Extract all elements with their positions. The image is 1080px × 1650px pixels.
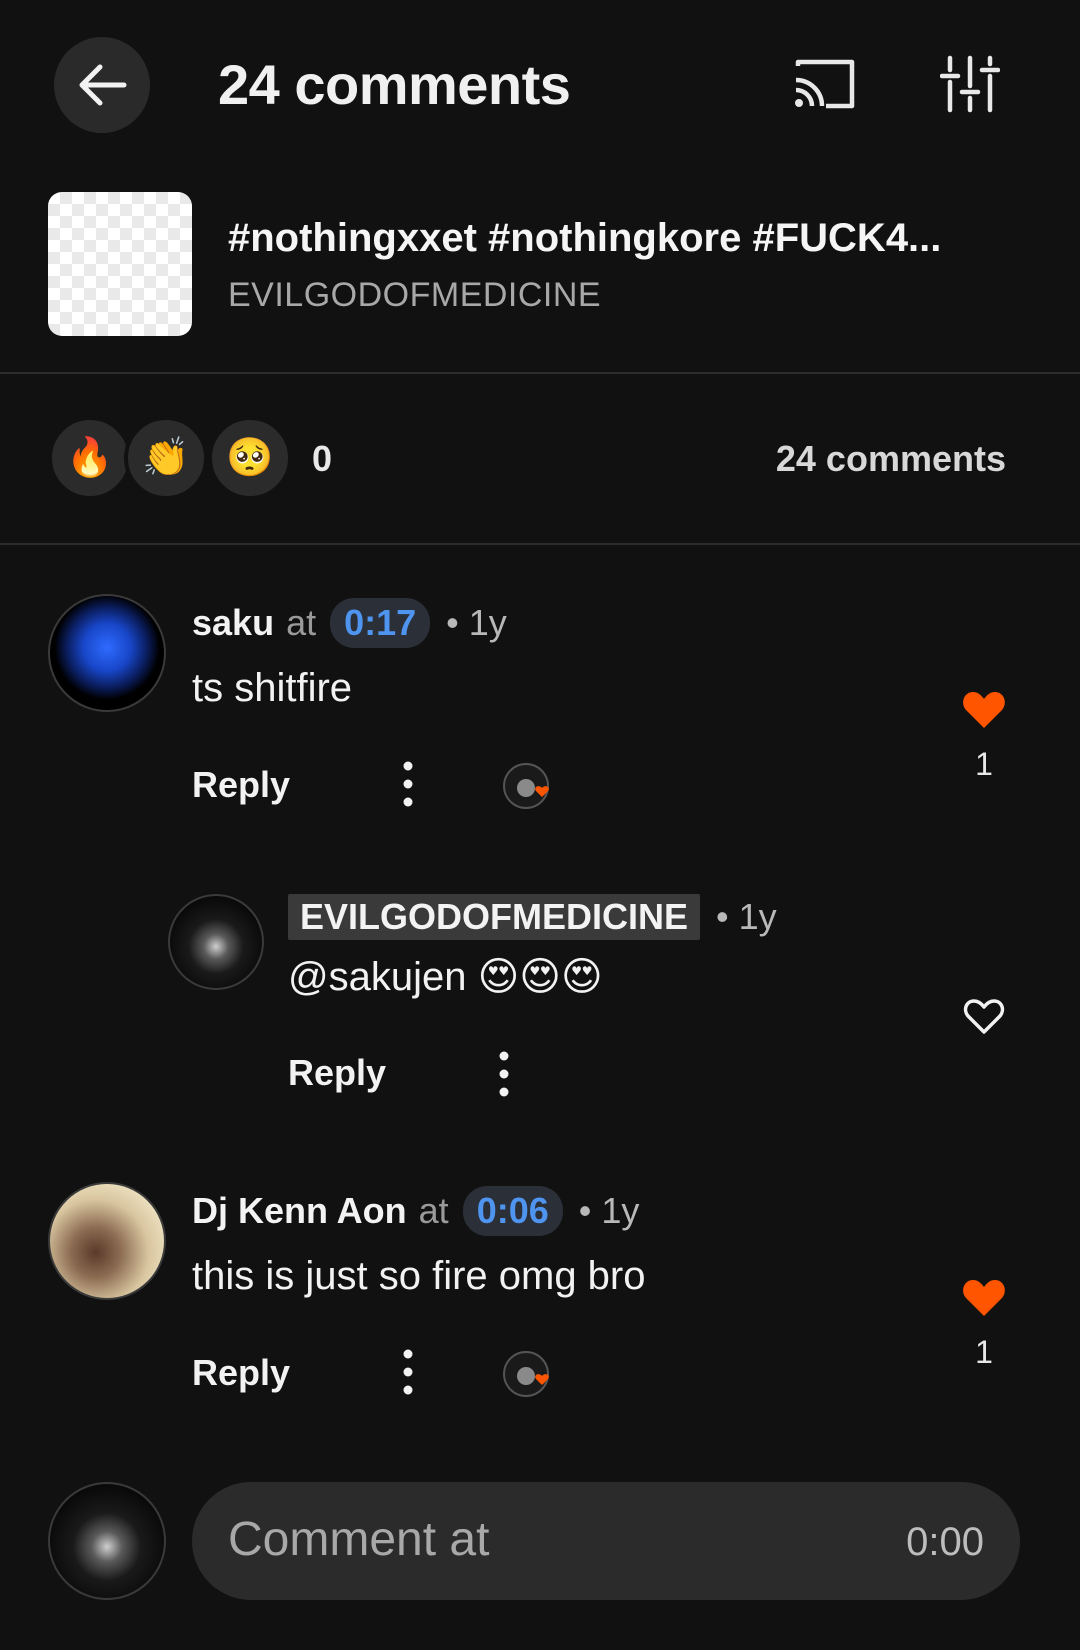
timestamp-chip[interactable]: 0:06 (462, 1186, 563, 1236)
avatar[interactable] (168, 894, 264, 990)
reply-item: EVILGODOFMEDICINE • 1y @sakujen 😍😍😍 Repl… (0, 882, 1080, 1122)
track-info[interactable]: #nothingxxet #nothingkore #FUCK4... EVIL… (0, 190, 1080, 374)
timestamp-chip[interactable]: 0:17 (330, 598, 431, 648)
comment-text: @sakujen 😍😍😍 (288, 955, 603, 999)
comment-age: • 1y (716, 896, 777, 937)
username[interactable]: Dj Kenn Aon (192, 1190, 407, 1232)
reaction-count: 0 (312, 438, 333, 479)
arrow-left-icon (79, 64, 127, 106)
artist-liked-icon (503, 763, 549, 809)
comments-screen: 24 comments #nothingxxet #nothingkore #F… (0, 0, 1080, 1650)
comments-count: 24 comments (775, 438, 1006, 479)
heart-outline-icon[interactable] (960, 992, 1008, 1040)
comment-meta: EVILGODOFMEDICINE • 1y (288, 894, 777, 940)
like-count: 1 (975, 746, 993, 782)
comment-age: • 1y (578, 1190, 640, 1231)
more-icon[interactable] (492, 1050, 516, 1098)
own-avatar (48, 1482, 166, 1600)
heart-filled-icon[interactable] (960, 686, 1008, 734)
reply-button[interactable]: Reply (288, 1052, 386, 1094)
reaction-clap[interactable]: 👏 (124, 416, 208, 500)
comment-text: this is just so fire omg bro (192, 1254, 646, 1298)
track-title: #nothingxxet #nothingkore #FUCK4... (228, 216, 942, 260)
at-label: at (418, 1190, 449, 1231)
heart-filled-icon[interactable] (960, 1274, 1008, 1322)
comment-item: saku at 0:17 • 1y ts shitfire Reply 1 (0, 590, 1080, 840)
reply-button[interactable]: Reply (192, 1352, 290, 1394)
like-count: 1 (975, 1334, 993, 1370)
comment-meta: Dj Kenn Aon at 0:06 • 1y (192, 1186, 639, 1236)
track-artist[interactable]: EVILGODOFMEDICINE (228, 276, 601, 315)
divider (0, 372, 1080, 374)
more-icon[interactable] (396, 760, 420, 808)
comment-timestamp: 0:00 (906, 1520, 984, 1564)
comment-composer: Comment at 0:00 (0, 1470, 1080, 1610)
comment-input[interactable]: Comment at 0:00 (192, 1482, 1020, 1600)
username[interactable]: saku (192, 602, 274, 644)
username-owner-badge[interactable]: EVILGODOFMEDICINE (288, 894, 701, 940)
cast-icon (795, 59, 855, 109)
cast-button[interactable] (792, 56, 858, 112)
reply-button[interactable]: Reply (192, 764, 290, 806)
comment-input-placeholder: Comment at (228, 1513, 490, 1566)
avatar[interactable] (48, 1182, 166, 1300)
comment-text: ts shitfire (192, 666, 353, 710)
divider (0, 543, 1080, 545)
comment-age: • 1y (446, 602, 507, 643)
page-title: 24 comments (218, 53, 571, 116)
reaction-fire[interactable]: 🔥 (48, 416, 132, 500)
comment-meta: saku at 0:17 • 1y (192, 598, 507, 648)
track-artwork[interactable] (48, 192, 192, 336)
filter-button[interactable] (939, 54, 1001, 114)
avatar[interactable] (48, 594, 166, 712)
sliders-icon (939, 55, 1001, 113)
artist-liked-icon (503, 1351, 549, 1397)
comment-item: Dj Kenn Aon at 0:06 • 1y this is just so… (0, 1180, 1080, 1430)
more-icon[interactable] (396, 1348, 420, 1396)
reactions-row: 🔥 👏 🥺 0 24 comments (0, 376, 1080, 542)
reaction-pleading[interactable]: 🥺 (208, 416, 292, 500)
header: 24 comments (0, 0, 1080, 170)
at-label: at (286, 602, 317, 643)
back-button[interactable] (54, 37, 150, 133)
